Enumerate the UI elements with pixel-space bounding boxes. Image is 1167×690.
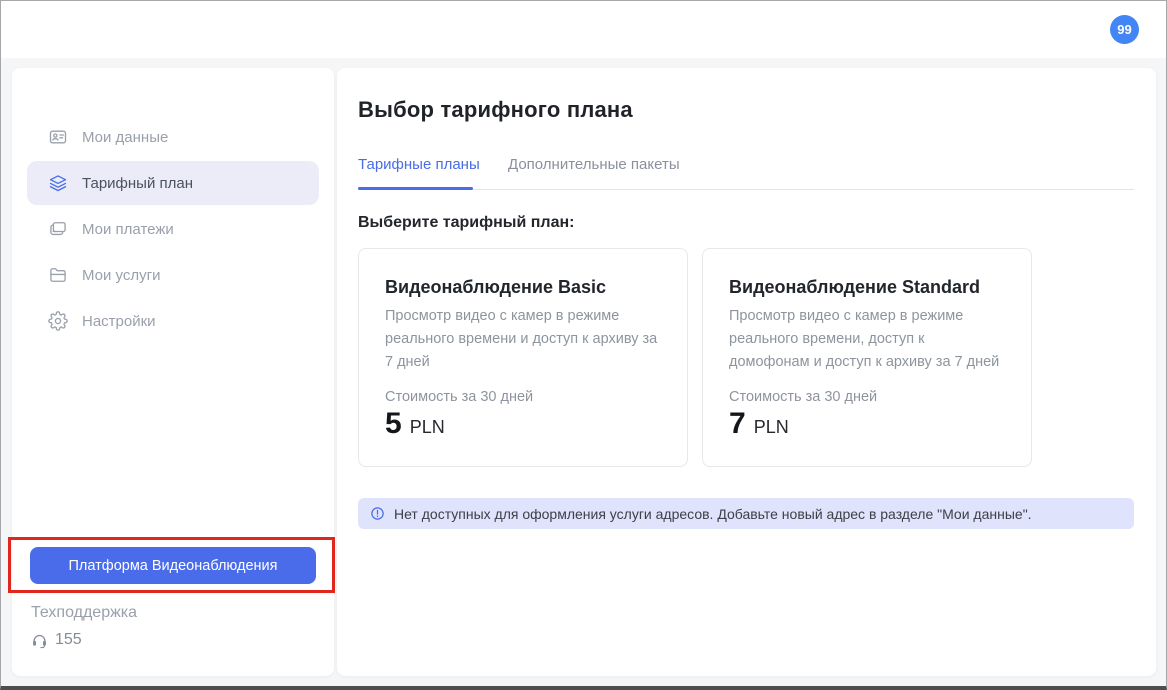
tabs-divider bbox=[358, 189, 1134, 190]
plan-description: Просмотр видео с камер в режиме реальног… bbox=[729, 305, 1005, 374]
plan-currency: PLN bbox=[410, 417, 445, 438]
plan-price-label: Стоимость за 30 дней bbox=[385, 389, 533, 405]
section-heading: Выберите тарифный план: bbox=[358, 214, 574, 232]
plan-price-row: 5 PLN bbox=[385, 407, 445, 441]
tab-additional-packages[interactable]: Дополнительные пакеты bbox=[508, 156, 680, 173]
plan-card-standard[interactable]: Видеонаблюдение Standard Просмотр видео … bbox=[702, 248, 1032, 467]
tab-tariff-plans[interactable]: Тарифные планы bbox=[358, 156, 480, 173]
sidebar-item-label: Мои услуги bbox=[82, 267, 161, 284]
sidebar-item-label: Мои платежи bbox=[82, 221, 174, 238]
info-icon bbox=[370, 506, 385, 521]
support-phone-row: 155 bbox=[31, 631, 82, 649]
sidebar-item-my-payments[interactable]: Мои платежи bbox=[27, 207, 319, 251]
plan-card-basic[interactable]: Видеонаблюдение Basic Просмотр видео с к… bbox=[358, 248, 688, 467]
active-tab-underline bbox=[358, 187, 473, 190]
plan-name: Видеонаблюдение Standard bbox=[729, 277, 1005, 298]
plan-price: 7 bbox=[729, 407, 746, 441]
folder-icon bbox=[48, 265, 68, 285]
notification-badge[interactable]: 99 bbox=[1110, 15, 1139, 44]
support-phone: 155 bbox=[55, 631, 82, 649]
sidebar-nav: Мои данные Тарифный план Мои платежи Мои… bbox=[27, 115, 319, 345]
plan-price: 5 bbox=[385, 407, 402, 441]
sidebar: Мои данные Тарифный план Мои платежи Мои… bbox=[12, 68, 334, 676]
gear-icon bbox=[48, 311, 68, 331]
sidebar-item-label: Тарифный план bbox=[82, 175, 193, 192]
sidebar-item-label: Настройки bbox=[82, 313, 156, 330]
plan-name: Видеонаблюдение Basic bbox=[385, 277, 661, 298]
plan-description: Просмотр видео с камер в режиме реальног… bbox=[385, 305, 661, 374]
layers-icon bbox=[48, 173, 68, 193]
sidebar-item-label: Мои данные bbox=[82, 129, 168, 146]
platform-video-surveillance-button[interactable]: Платформа Видеонаблюдения bbox=[30, 547, 316, 584]
sidebar-item-tariff-plan[interactable]: Тарифный план bbox=[27, 161, 319, 205]
plan-price-row: 7 PLN bbox=[729, 407, 789, 441]
top-bar: 99 bbox=[1, 1, 1166, 58]
id-card-icon bbox=[48, 127, 68, 147]
headset-icon bbox=[31, 632, 48, 649]
app-window: 99 Мои данные Тарифный план Мои плат bbox=[0, 0, 1167, 690]
plan-price-label: Стоимость за 30 дней bbox=[729, 389, 877, 405]
main-content: Выбор тарифного плана Тарифные планы Доп… bbox=[337, 68, 1156, 676]
sidebar-item-my-data[interactable]: Мои данные bbox=[27, 115, 319, 159]
sidebar-item-settings[interactable]: Настройки bbox=[27, 299, 319, 343]
sidebar-item-my-services[interactable]: Мои услуги bbox=[27, 253, 319, 297]
plan-currency: PLN bbox=[754, 417, 789, 438]
page-title: Выбор тарифного плана bbox=[358, 97, 633, 123]
credit-card-icon bbox=[48, 219, 68, 239]
support-label: Техподдержка bbox=[31, 604, 137, 622]
notice-banner: Нет доступных для оформления услуги адре… bbox=[358, 498, 1134, 529]
notice-text: Нет доступных для оформления услуги адре… bbox=[394, 506, 1032, 522]
